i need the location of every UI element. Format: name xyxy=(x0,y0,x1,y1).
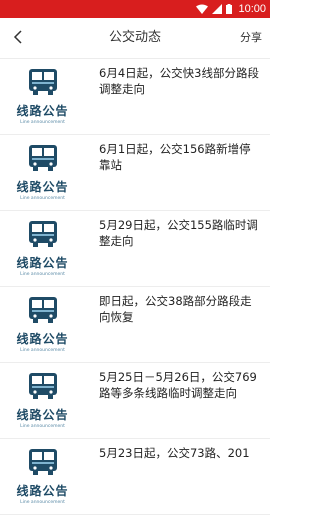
bus-icon xyxy=(25,372,61,404)
battery-icon xyxy=(226,4,233,14)
thumbnail-title: 线路公告 xyxy=(16,484,69,498)
thumbnail-subtitle: Line announcement xyxy=(20,196,65,201)
list-item[interactable]: 线路公告 Line announcement 5月25日－5月26日，公交769路等… xyxy=(0,363,270,439)
announcement-title: 6月1日起，公交156路新增停靠站 xyxy=(99,142,251,172)
bus-icon xyxy=(25,296,61,328)
status-icons: 10:00 xyxy=(196,0,266,18)
thumbnail-subtitle: Line announcement xyxy=(20,348,65,353)
line-announcement-thumbnail: 线路公告 Line announcement xyxy=(10,293,75,355)
announcement-title: 5月25日－5月26日，公交769路等多条线路临时调整走向 xyxy=(99,370,257,400)
thumbnail-subtitle: Line announcement xyxy=(20,120,65,125)
status-time: 10:00 xyxy=(238,3,266,15)
list-item[interactable]: 线路公告 Line announcement 6月4日起，公交快3线部分路段调整走向 xyxy=(0,59,270,135)
line-announcement-thumbnail: 线路公告 Line announcement xyxy=(10,141,75,203)
thumbnail-title: 线路公告 xyxy=(16,332,69,346)
line-announcement-thumbnail: 线路公告 Line announcement xyxy=(10,217,75,279)
page-title: 公交动态 xyxy=(108,30,161,45)
list-item[interactable]: 线路公告 Line announcement 6月1日起，公交156路新增停靠站 xyxy=(0,135,270,211)
bus-icon xyxy=(25,448,61,480)
thumbnail-title: 线路公告 xyxy=(16,408,69,422)
status-bar: 10:00 xyxy=(0,0,270,18)
announcement-title: 5月23日起，公交73路、201 xyxy=(99,446,250,460)
announcement-list: 线路公告 Line announcement 6月4日起，公交快3线部分路段调整走向… xyxy=(0,59,270,515)
bus-icon xyxy=(25,68,61,100)
list-item[interactable]: 线路公告 Line announcement 5月23日起，公交73路、201 xyxy=(0,439,270,515)
announcement-title: 5月29日起，公交155路临时调整走向 xyxy=(99,218,258,248)
thumbnail-title: 线路公告 xyxy=(16,180,69,194)
thumbnail-subtitle: Line announcement xyxy=(20,272,65,277)
wifi-icon xyxy=(196,4,209,14)
thumbnail-subtitle: Line announcement xyxy=(20,500,65,505)
thumbnail-title: 线路公告 xyxy=(16,104,69,118)
bus-icon xyxy=(25,220,61,252)
thumbnail-subtitle: Line announcement xyxy=(20,424,65,429)
list-item[interactable]: 线路公告 Line announcement 5月29日起，公交155路临时调整走向 xyxy=(0,211,270,287)
list-item[interactable]: 线路公告 Line announcement 即日起，公交38路部分路段走向恢复 xyxy=(0,287,270,363)
bus-icon xyxy=(25,144,61,176)
line-announcement-thumbnail: 线路公告 Line announcement xyxy=(10,369,75,431)
line-announcement-thumbnail: 线路公告 Line announcement xyxy=(10,65,75,127)
signal-icon xyxy=(212,4,223,14)
thumbnail-title: 线路公告 xyxy=(16,256,69,270)
navigation-bar: 公交动态 分享 xyxy=(0,18,270,59)
share-button[interactable]: 分享 xyxy=(240,18,262,58)
line-announcement-thumbnail: 线路公告 Line announcement xyxy=(10,445,75,507)
announcement-title: 即日起，公交38路部分路段走向恢复 xyxy=(99,294,252,324)
announcement-title: 6月4日起，公交快3线部分路段调整走向 xyxy=(99,66,259,96)
